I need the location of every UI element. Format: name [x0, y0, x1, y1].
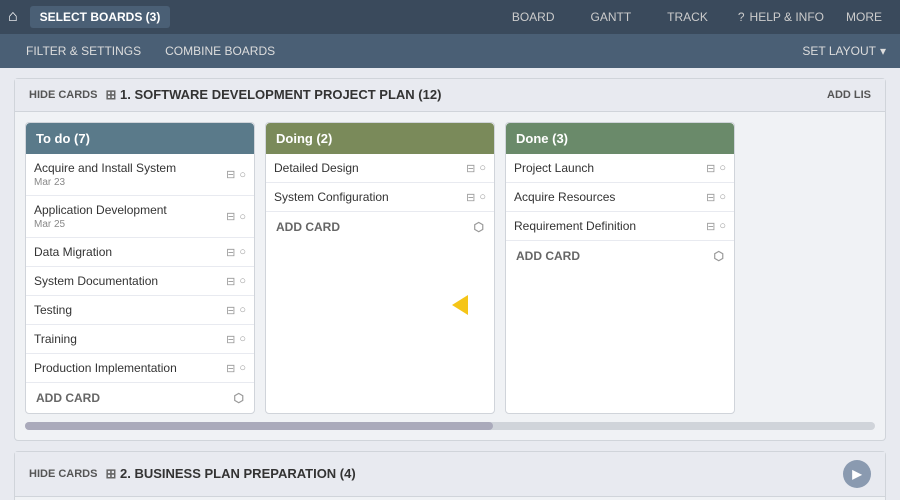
hide-cards-button[interactable]: HIDE CARDS: [29, 89, 97, 101]
card-date: Mar 23: [34, 177, 226, 188]
card-title: Requirement Definition: [514, 219, 706, 233]
card-grid-icon[interactable]: ⊟: [466, 162, 475, 175]
card-date: Mar 25: [34, 219, 226, 230]
board-section-1: HIDE CARDS ⊞ 1. SOFTWARE DEVELOPMENT PRO…: [14, 78, 886, 441]
card-grid-icon[interactable]: ⊟: [226, 246, 235, 259]
card-grid-icon[interactable]: ⊟: [226, 333, 235, 346]
board-link[interactable]: BOARD: [494, 6, 573, 28]
gantt-link[interactable]: GANTT: [573, 6, 650, 28]
card-title: Training: [34, 332, 226, 346]
section1-header: HIDE CARDS ⊞ 1. SOFTWARE DEVELOPMENT PRO…: [15, 79, 885, 112]
done-column: Done (3) Project Launch ⊟ ○ Acquire Reso…: [505, 122, 735, 414]
table-row[interactable]: Acquire Resources ⊟ ○: [506, 183, 734, 212]
help-icon: ?: [738, 10, 745, 24]
todo-add-card-button[interactable]: ADD CARD ⬡: [26, 383, 254, 413]
main-content: HIDE CARDS ⊞ 1. SOFTWARE DEVELOPMENT PRO…: [0, 68, 900, 500]
nav-links: BOARD GANTT TRACK: [494, 6, 726, 28]
table-row[interactable]: Data Migration ⊟ ○: [26, 238, 254, 267]
card-circle-icon[interactable]: ○: [239, 211, 246, 223]
doing-column-header: Doing (2): [266, 123, 494, 154]
external-link-icon: ⬡: [474, 220, 484, 234]
doc-icon: ⊞: [105, 87, 116, 102]
chevron-down-icon: ▾: [880, 44, 886, 58]
add-lis-button[interactable]: ADD LIS: [827, 89, 871, 101]
card-circle-icon[interactable]: ○: [239, 169, 246, 181]
doing-add-card-button[interactable]: ADD CARD ⬡: [266, 212, 494, 242]
section2-title: ⊞ 2. BUSINESS PLAN PREPARATION (4): [105, 466, 355, 482]
card-circle-icon[interactable]: ○: [239, 333, 246, 345]
select-boards-button[interactable]: SELECT BOARDS (3): [30, 6, 171, 28]
track-link[interactable]: TRACK: [649, 6, 726, 28]
card-circle-icon[interactable]: ○: [719, 220, 726, 232]
filter-settings-link[interactable]: FILTER & SETTINGS: [14, 40, 153, 62]
card-circle-icon[interactable]: ○: [719, 162, 726, 174]
card-grid-icon[interactable]: ⊟: [706, 191, 715, 204]
card-title: Application Development: [34, 203, 226, 217]
card-title: Testing: [34, 303, 226, 317]
doc-icon-2: ⊞: [105, 466, 116, 481]
table-row[interactable]: Acquire and Install System Mar 23 ⊟ ○: [26, 154, 254, 196]
todo-column: To do (7) Acquire and Install System Mar…: [25, 122, 255, 414]
todo-column-header: To do (7): [26, 123, 254, 154]
help-info-button[interactable]: ? HELP & INFO: [726, 6, 836, 28]
hide-cards-button-2[interactable]: HIDE CARDS: [29, 468, 97, 480]
card-title: Detailed Design: [274, 161, 466, 175]
sub-nav: FILTER & SETTINGS COMBINE BOARDS SET LAY…: [0, 34, 900, 68]
external-link-icon: ⬡: [714, 249, 724, 263]
doing-column: Doing (2) Detailed Design ⊟ ○ System Con…: [265, 122, 495, 414]
card-circle-icon[interactable]: ○: [239, 275, 246, 287]
set-layout-button[interactable]: SET LAYOUT ▾: [802, 44, 886, 58]
combine-boards-link[interactable]: COMBINE BOARDS: [153, 40, 287, 62]
table-row[interactable]: Detailed Design ⊟ ○: [266, 154, 494, 183]
table-row[interactable]: System Configuration ⊟ ○: [266, 183, 494, 212]
card-circle-icon[interactable]: ○: [239, 362, 246, 374]
table-row[interactable]: Production Implementation ⊟ ○: [26, 354, 254, 383]
card-grid-icon[interactable]: ⊟: [226, 304, 235, 317]
columns-area: To do (7) Acquire and Install System Mar…: [15, 112, 885, 414]
card-circle-icon[interactable]: ○: [719, 191, 726, 203]
top-nav: ⌂ SELECT BOARDS (3) BOARD GANTT TRACK ? …: [0, 0, 900, 34]
card-circle-icon[interactable]: ○: [239, 246, 246, 258]
table-row[interactable]: System Documentation ⊟ ○: [26, 267, 254, 296]
card-title: Acquire and Install System: [34, 161, 226, 175]
table-row[interactable]: Training ⊟ ○: [26, 325, 254, 354]
table-row[interactable]: Application Development Mar 25 ⊟ ○: [26, 196, 254, 238]
section1-title: ⊞ 1. SOFTWARE DEVELOPMENT PROJECT PLAN (…: [105, 87, 441, 103]
card-circle-icon[interactable]: ○: [479, 162, 486, 174]
card-title: Acquire Resources: [514, 190, 706, 204]
table-row[interactable]: Requirement Definition ⊟ ○: [506, 212, 734, 241]
horizontal-scrollbar[interactable]: [25, 422, 875, 430]
card-grid-icon[interactable]: ⊟: [466, 191, 475, 204]
avatar: ▶: [843, 460, 871, 488]
card-grid-icon[interactable]: ⊟: [226, 362, 235, 375]
card-circle-icon[interactable]: ○: [479, 191, 486, 203]
card-grid-icon[interactable]: ⊟: [226, 275, 235, 288]
board-section-2: HIDE CARDS ⊞ 2. BUSINESS PLAN PREPARATIO…: [14, 451, 886, 500]
section2-header: HIDE CARDS ⊞ 2. BUSINESS PLAN PREPARATIO…: [15, 452, 885, 497]
card-grid-icon[interactable]: ⊟: [706, 162, 715, 175]
done-add-card-button[interactable]: ADD CARD ⬡: [506, 241, 734, 271]
card-title: System Configuration: [274, 190, 466, 204]
external-link-icon: ⬡: [234, 391, 244, 405]
card-grid-icon[interactable]: ⊟: [706, 220, 715, 233]
card-grid-icon[interactable]: ⊟: [226, 168, 235, 181]
card-title: Project Launch: [514, 161, 706, 175]
table-row[interactable]: Project Launch ⊟ ○: [506, 154, 734, 183]
card-title: Production Implementation: [34, 361, 226, 375]
done-column-header: Done (3): [506, 123, 734, 154]
card-grid-icon[interactable]: ⊟: [226, 210, 235, 223]
home-icon[interactable]: ⌂: [8, 8, 18, 26]
card-title: System Documentation: [34, 274, 226, 288]
card-title: Data Migration: [34, 245, 226, 259]
more-button[interactable]: MORE: [836, 6, 892, 28]
table-row[interactable]: Testing ⊟ ○: [26, 296, 254, 325]
card-circle-icon[interactable]: ○: [239, 304, 246, 316]
